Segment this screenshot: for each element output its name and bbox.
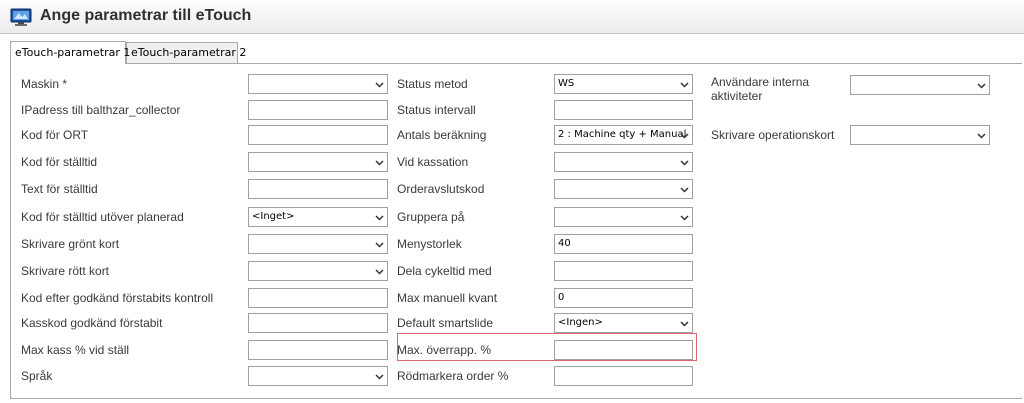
label-kod-for-stalltid-utover-planerad: Kod för ställtid utöver planerad	[21, 210, 184, 224]
title-bar: Ange parametrar till eTouch	[0, 0, 1024, 34]
field-value: <Ingen>	[558, 317, 603, 328]
dropdown-kod-for-stalltid[interactable]	[248, 152, 388, 172]
input-ipadress-till-balthzar-collector[interactable]	[248, 100, 388, 120]
tab-bar: eTouch-parametrar 1 eTouch-parametrar 2	[10, 41, 1020, 64]
label-max-manuell-kvant: Max manuell kvant	[397, 291, 498, 305]
input-max-manuell-kvant[interactable]: 0	[554, 288, 693, 308]
label-status-intervall: Status intervall	[397, 103, 476, 117]
field-value: 2 : Machine qty + Manual	[558, 129, 687, 140]
chevron-down-icon	[680, 321, 689, 327]
label-sprak: Språk	[21, 369, 53, 383]
field-value: 0	[558, 292, 565, 303]
input-rodmarkera-order[interactable]	[554, 366, 693, 386]
label-orderavslutskod: Orderavslutskod	[397, 182, 485, 196]
label-kod-for-stalltid: Kod för ställtid	[21, 155, 98, 169]
label-dela-cykeltid-med: Dela cykeltid med	[397, 264, 492, 278]
chevron-down-icon	[977, 133, 986, 139]
label-maskin: Maskin *	[21, 77, 68, 91]
dropdown-gruppera-pa[interactable]	[554, 207, 693, 227]
chevron-down-icon	[977, 83, 986, 89]
dropdown-sprak[interactable]	[248, 366, 388, 386]
label-kod-efter-godkand-forstabits-kontroll: Kod efter godkänd förstabits kontroll	[21, 291, 214, 305]
chevron-down-icon	[375, 242, 384, 248]
field-value: WS	[558, 78, 575, 89]
dropdown-maskin[interactable]	[248, 74, 388, 94]
input-text-for-stalltid[interactable]	[248, 179, 388, 199]
field-value: <Inget>	[252, 211, 295, 222]
field-value: 40	[558, 238, 571, 249]
label-default-smartslide: Default smartslide	[397, 316, 494, 330]
tab-etouch-parametrar-2[interactable]: eTouch-parametrar 2	[126, 42, 246, 64]
label-kod-for-ort: Kod för ORT	[21, 128, 89, 142]
chevron-down-icon	[680, 133, 689, 139]
tab-etouch-parametrar-1[interactable]: eTouch-parametrar 1	[10, 41, 130, 64]
label-kasskod-godkand-forstabit: Kasskod godkänd förstabit	[21, 316, 163, 330]
chevron-down-icon	[680, 215, 689, 221]
label-text-for-stalltid: Text för ställtid	[21, 182, 98, 196]
chevron-down-icon	[375, 160, 384, 166]
chevron-down-icon	[375, 82, 384, 88]
label-antals-berakning: Antals beräkning	[397, 128, 487, 142]
chevron-down-icon	[680, 187, 689, 193]
label-vid-kassation: Vid kassation	[397, 155, 469, 169]
dropdown-antals-berakning[interactable]: 2 : Machine qty + Manual	[554, 125, 693, 145]
chevron-down-icon	[680, 82, 689, 88]
input-max-kass-vid-stall[interactable]	[248, 340, 388, 360]
dropdown-orderavslutskod[interactable]	[554, 179, 693, 199]
input-menystorlek[interactable]: 40	[554, 234, 693, 254]
dropdown-skrivare-operationskort[interactable]	[850, 125, 990, 145]
dropdown-status-metod[interactable]: WS	[554, 74, 693, 94]
label-status-metod: Status metod	[397, 77, 468, 91]
label-ipadress-till-balthzar-collector: IPadress till balthzar_collector	[21, 103, 181, 117]
input-status-intervall[interactable]	[554, 100, 693, 120]
input-kod-efter-godkand-forstabits-kontroll[interactable]	[248, 288, 388, 308]
window-title: Ange parametrar till eTouch	[40, 7, 252, 24]
label-anvandare-interna-aktiviteter: Användare interna aktiviteter	[711, 75, 810, 103]
monitor-icon	[10, 8, 32, 26]
label-skrivare-operationskort: Skrivare operationskort	[711, 128, 835, 142]
dropdown-skrivare-rott-kort[interactable]	[248, 261, 388, 281]
label-max-kass-vid-stall: Max kass % vid ställ	[21, 343, 130, 357]
chevron-down-icon	[375, 269, 384, 275]
chevron-down-icon	[375, 215, 384, 221]
input-kod-for-ort[interactable]	[248, 125, 388, 145]
input-kasskod-godkand-forstabit[interactable]	[248, 313, 388, 333]
label-skrivare-gront-kort: Skrivare grönt kort	[21, 237, 120, 251]
dropdown-kod-for-stalltid-utover-planerad[interactable]: <Inget>	[248, 207, 388, 227]
input-dela-cykeltid-med[interactable]	[554, 261, 693, 281]
chevron-down-icon	[375, 374, 384, 380]
dropdown-vid-kassation[interactable]	[554, 152, 693, 172]
highlight-box	[397, 333, 697, 361]
label-menystorlek: Menystorlek	[397, 237, 462, 251]
dropdown-skrivare-gront-kort[interactable]	[248, 234, 388, 254]
dropdown-default-smartslide[interactable]: <Ingen>	[554, 313, 693, 333]
chevron-down-icon	[680, 160, 689, 166]
label-skrivare-rott-kort: Skrivare rött kort	[21, 264, 110, 278]
label-gruppera-pa: Gruppera på	[397, 210, 465, 224]
dropdown-anvandare-interna-aktiviteter[interactable]	[850, 75, 990, 95]
label-rodmarkera-order: Rödmarkera order %	[397, 369, 509, 383]
